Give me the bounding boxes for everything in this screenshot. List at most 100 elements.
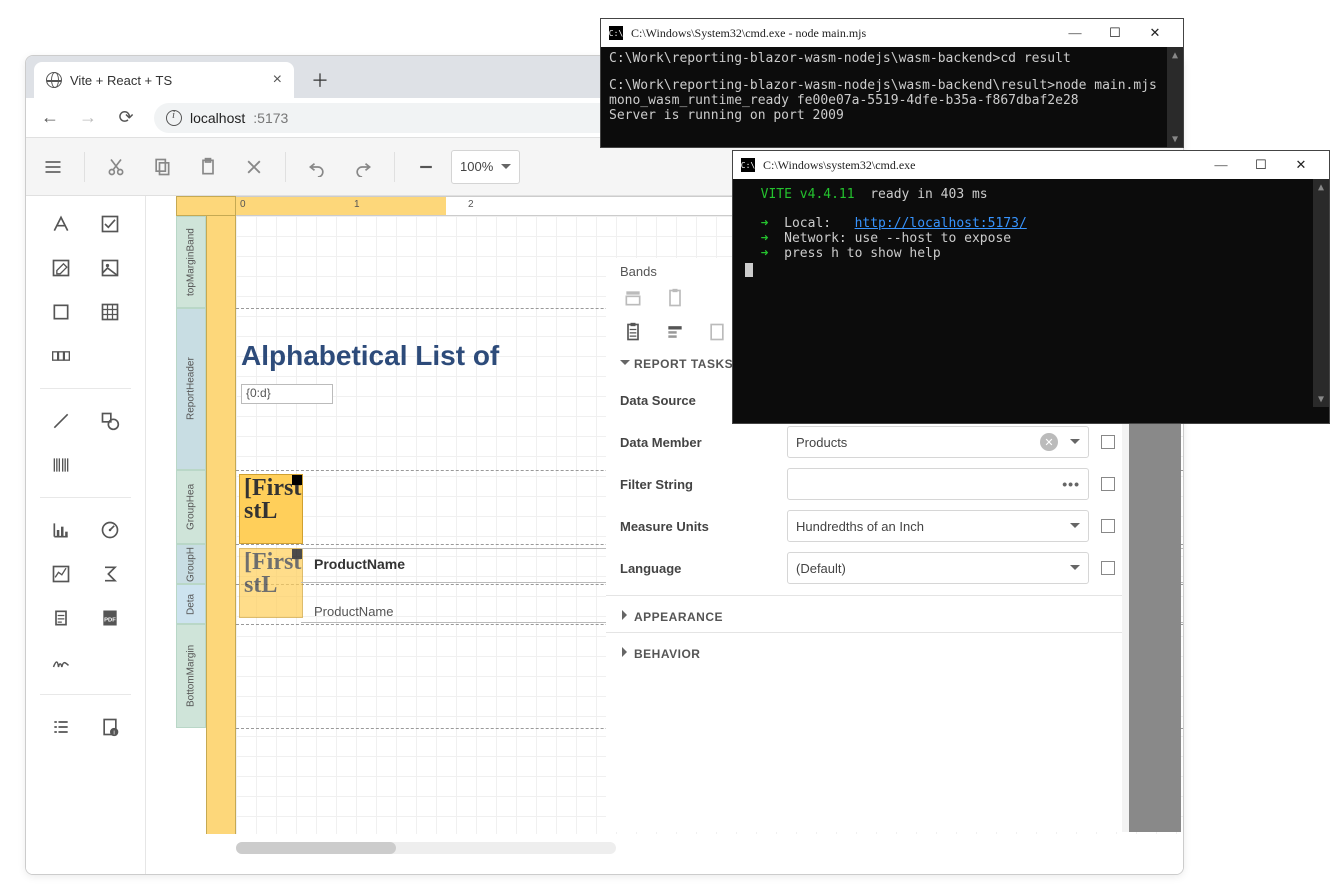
terminal-body[interactable]: C:\Work\reporting-blazor-wasm-nodejs\was… xyxy=(601,47,1183,147)
signature-tool-icon[interactable] xyxy=(47,648,75,676)
delete-icon[interactable] xyxy=(233,146,275,188)
checkbox-tool-icon[interactable] xyxy=(96,210,124,238)
terminal-scrollbar[interactable]: ▲▼ xyxy=(1167,47,1183,147)
shape-tool-icon[interactable] xyxy=(96,407,124,435)
sum-tool-icon[interactable] xyxy=(96,560,124,588)
horizontal-scrollbar[interactable] xyxy=(236,842,616,854)
menu-icon[interactable] xyxy=(32,146,74,188)
band-icon-2[interactable] xyxy=(664,287,686,309)
panel-tool-icon[interactable] xyxy=(47,298,75,326)
band-topmargin[interactable]: topMarginBand xyxy=(176,216,206,308)
reset-box[interactable] xyxy=(1101,519,1115,533)
section-behavior[interactable]: BEHAVIOR xyxy=(620,647,1115,661)
clipboard-tool-icon[interactable] xyxy=(47,604,75,632)
maximize-button[interactable]: ☐ xyxy=(1095,19,1135,47)
back-button[interactable]: ← xyxy=(40,108,60,128)
new-tab-button[interactable]: ＋ xyxy=(306,66,334,94)
copy-icon[interactable] xyxy=(141,146,183,188)
close-button[interactable]: ✕ xyxy=(1281,151,1321,179)
site-info-icon[interactable] xyxy=(166,110,182,126)
globe-icon xyxy=(46,72,62,88)
cut-icon[interactable] xyxy=(95,146,137,188)
measure-units-select[interactable]: Hundredths of an Inch xyxy=(787,510,1089,542)
reset-box[interactable] xyxy=(1101,435,1115,449)
minimize-button[interactable]: — xyxy=(1055,19,1095,47)
firstletter-box-2[interactable]: [First stL xyxy=(239,548,303,618)
table-tool-icon[interactable] xyxy=(96,298,124,326)
zoom-out-icon[interactable] xyxy=(405,146,447,188)
terminal-titlebar[interactable]: C:\ C:\Windows\System32\cmd.exe - node m… xyxy=(601,19,1183,47)
band-labels: topMarginBand ReportHeader GroupHea Grou… xyxy=(176,216,206,834)
sparkline-tool-icon[interactable] xyxy=(47,560,75,588)
reload-button[interactable]: ⟳ xyxy=(116,108,136,128)
ellipsis-icon: ••• xyxy=(1062,476,1080,492)
gauge-tool-icon[interactable] xyxy=(96,516,124,544)
data-member-select[interactable]: Products✕ xyxy=(787,426,1089,458)
toc-tool-icon[interactable] xyxy=(47,713,75,741)
band-groupheader2[interactable]: GroupH xyxy=(176,544,206,584)
band-icon-5[interactable] xyxy=(706,321,728,343)
section-appearance[interactable]: APPEARANCE xyxy=(620,610,1115,624)
redo-icon[interactable] xyxy=(342,146,384,188)
terminal-scrollbar[interactable]: ▲▼ xyxy=(1313,179,1329,407)
undo-icon[interactable] xyxy=(296,146,338,188)
band-detail[interactable]: Deta xyxy=(176,584,206,624)
close-icon[interactable]: × xyxy=(273,71,282,89)
minimize-button[interactable]: — xyxy=(1201,151,1241,179)
pageinfo-tool-icon[interactable]: i xyxy=(96,713,124,741)
terminal-cursor xyxy=(745,263,753,277)
richtext-tool-icon[interactable] xyxy=(47,254,75,282)
paste-icon[interactable] xyxy=(187,146,229,188)
terminal-vite: C:\ C:\Windows\system32\cmd.exe — ☐ ✕ VI… xyxy=(732,150,1330,424)
band-icon-4[interactable] xyxy=(664,321,686,343)
row-language: Language (Default) xyxy=(620,547,1115,589)
terminal-body[interactable]: VITE v4.4.11 ready in 403 ms ➜ Local: ht… xyxy=(733,179,1329,407)
ruler-corner xyxy=(176,196,236,216)
cmd-icon: C:\ xyxy=(741,158,755,172)
band-icon-3[interactable] xyxy=(622,321,644,343)
band-groupheader[interactable]: GroupHea xyxy=(176,470,206,544)
zoom-select[interactable]: 100% xyxy=(451,150,520,184)
cmd-icon: C:\ xyxy=(609,26,623,40)
row-data-member: Data Member Products✕ xyxy=(620,421,1115,463)
toolbox-palette: PDF i xyxy=(26,196,146,874)
report-title-label[interactable]: Alphabetical List of xyxy=(241,340,499,372)
ruler-vertical[interactable] xyxy=(206,216,236,834)
firstletter-box-1[interactable]: [First stL xyxy=(239,474,303,544)
forward-button[interactable]: → xyxy=(78,108,98,128)
terminal-title: C:\Windows\System32\cmd.exe - node main.… xyxy=(631,26,866,41)
productname-header[interactable]: ProductName xyxy=(314,556,405,572)
reset-box[interactable] xyxy=(1101,561,1115,575)
browser-tab[interactable]: Vite + React + TS × xyxy=(34,62,294,98)
chevron-down-icon xyxy=(1070,565,1080,575)
terminal-node: C:\ C:\Windows\System32\cmd.exe - node m… xyxy=(600,18,1184,148)
row-measure-units: Measure Units Hundredths of an Inch xyxy=(620,505,1115,547)
clear-icon[interactable]: ✕ xyxy=(1040,433,1058,451)
filter-string-input[interactable]: ••• xyxy=(787,468,1089,500)
charcomb-tool-icon[interactable] xyxy=(47,342,75,370)
row-filter-string: Filter String ••• xyxy=(620,463,1115,505)
language-select[interactable]: (Default) xyxy=(787,552,1089,584)
terminal-title: C:\Windows\system32\cmd.exe xyxy=(763,158,916,173)
line-tool-icon[interactable] xyxy=(47,407,75,435)
terminal-titlebar[interactable]: C:\ C:\Windows\system32\cmd.exe — ☐ ✕ xyxy=(733,151,1329,179)
chevron-down-icon xyxy=(1070,523,1080,533)
band-bottommargin[interactable]: BottomMargin xyxy=(176,624,206,728)
barcode-tool-icon[interactable] xyxy=(47,451,75,479)
reset-box[interactable] xyxy=(1101,477,1115,491)
url-port: :5173 xyxy=(253,110,288,126)
chevron-down-icon xyxy=(1070,439,1080,449)
chart-tool-icon[interactable] xyxy=(47,516,75,544)
url-host: localhost xyxy=(190,110,245,126)
close-button[interactable]: ✕ xyxy=(1135,19,1175,47)
tab-title: Vite + React + TS xyxy=(70,73,172,88)
maximize-button[interactable]: ☐ xyxy=(1241,151,1281,179)
band-icon-1[interactable] xyxy=(622,287,644,309)
pdf-tool-icon[interactable]: PDF xyxy=(96,604,124,632)
picture-tool-icon[interactable] xyxy=(96,254,124,282)
date-expression-label[interactable]: {0:d} xyxy=(241,384,333,404)
productname-cell[interactable]: ProductName xyxy=(314,604,393,619)
chevron-down-icon xyxy=(501,164,511,174)
label-tool-icon[interactable] xyxy=(47,210,75,238)
band-reportheader[interactable]: ReportHeader xyxy=(176,308,206,470)
